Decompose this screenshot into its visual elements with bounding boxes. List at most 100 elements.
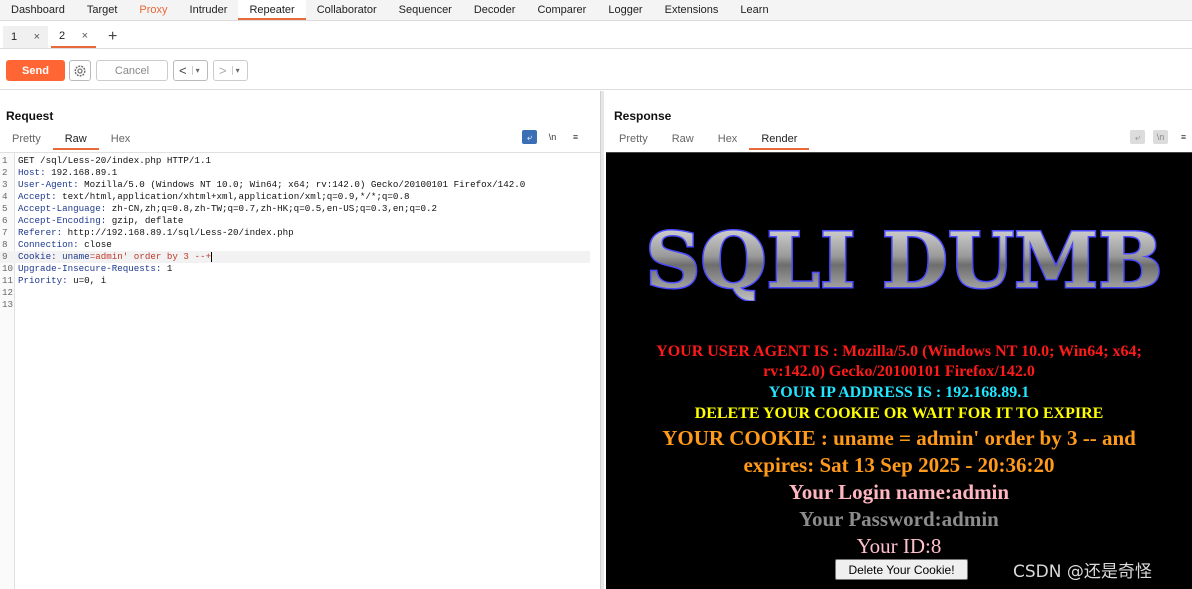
tab-hex[interactable]: Hex	[706, 131, 750, 150]
user-agent-line-2: rv:142.0) Gecko/20100101 Firefox/142.0	[763, 363, 1035, 380]
header-key: Connection	[18, 239, 74, 250]
nav-tab-learn[interactable]: Learn	[729, 0, 779, 20]
code-line: 8 Connection: close	[2, 239, 112, 250]
nav-tab-dashboard[interactable]: Dashboard	[0, 0, 76, 20]
response-view-tabs: Pretty Raw Hex Render	[607, 131, 810, 150]
header-key: Host	[18, 167, 41, 178]
tab-pretty[interactable]: Pretty	[607, 131, 660, 150]
nav-tab-collaborator[interactable]: Collaborator	[306, 0, 388, 20]
user-agent-line-1: YOUR USER AGENT IS : Mozilla/5.0 (Window…	[656, 343, 1142, 360]
nav-tab-repeater[interactable]: Repeater	[238, 0, 306, 20]
header-value: zh-CN,zh;q=0.8,zh-TW;q=0.7,zh-HK;q=0.5,e…	[111, 203, 438, 214]
forward-button[interactable]: > ▾	[213, 60, 248, 81]
chevron-down-icon[interactable]: ▾	[191, 66, 200, 75]
tab-raw[interactable]: Raw	[660, 131, 706, 150]
toolbar: Send Cancel < ▾ > ▾	[0, 50, 1192, 90]
word-wrap-icon[interactable]: ⤶	[1130, 130, 1145, 144]
header-value: 192.168.89.1	[51, 167, 118, 178]
code-line: 13	[2, 299, 14, 310]
text-caret	[211, 251, 212, 262]
send-button[interactable]: Send	[6, 60, 65, 81]
code-line: 7 Referer: http://192.168.89.1/sql/Less-…	[2, 227, 294, 238]
gear-icon	[74, 64, 86, 77]
ip-address-line: YOUR IP ADDRESS IS : 192.168.89.1	[768, 384, 1030, 401]
code-line: 2 Host: 192.168.89.1	[2, 167, 118, 178]
header-key: Accept-Language	[18, 203, 101, 214]
request-title: Request	[6, 109, 54, 123]
newline-toggle-icon[interactable]: \n	[1153, 130, 1168, 144]
delete-cookie-notice: DELETE YOUR COOKIE OR WAIT FOR IT TO EXP…	[694, 405, 1104, 422]
tab-raw[interactable]: Raw	[52, 131, 99, 150]
header-value: u=0, i	[73, 275, 107, 286]
chevron-down-icon[interactable]: ▾	[231, 66, 240, 75]
code-line: 6 Accept-Encoding: gzip, deflate	[2, 215, 184, 226]
rendered-response: SQLI DUMB YOUR USER AGENT IS : Mozilla/5…	[606, 152, 1192, 589]
header-key: Upgrade-Insecure-Requests	[18, 263, 156, 274]
header-value: close	[84, 239, 112, 250]
repeater-tab-label: 1	[11, 31, 18, 43]
header-value: http://192.168.89.1/sql/Less-20/index.ph…	[67, 227, 294, 238]
password-line: Your Password:admin	[799, 507, 999, 531]
cancel-button[interactable]: Cancel	[96, 60, 168, 81]
word-wrap-icon[interactable]: ⤶	[522, 130, 537, 144]
back-button[interactable]: < ▾	[173, 60, 208, 81]
repeater-tab-1[interactable]: 1 ×	[3, 26, 48, 48]
close-icon[interactable]: ×	[82, 30, 88, 42]
tab-render[interactable]: Render	[749, 131, 810, 150]
header-value: text/html,application/xhtml+xml,applicat…	[62, 191, 410, 202]
response-panel: Response Pretty Raw Hex Render ⤶ \n ≡ SQ…	[604, 91, 1192, 589]
top-nav: Dashboard Target Proxy Intruder Repeater…	[0, 0, 1192, 21]
add-tab-icon[interactable]: +	[108, 26, 117, 48]
repeater-tab-2[interactable]: 2 ×	[51, 26, 96, 48]
code-line-current: 9 Cookie: uname=admin' order by 3 --+	[0, 251, 590, 263]
login-name-line: Your Login name:admin	[788, 480, 1010, 504]
header-value: 1	[166, 263, 173, 274]
nav-tab-extensions[interactable]: Extensions	[654, 0, 730, 20]
response-tools: ⤶ \n ≡	[1130, 130, 1191, 144]
nav-tab-logger[interactable]: Logger	[597, 0, 653, 20]
settings-button[interactable]	[69, 60, 91, 81]
close-icon[interactable]: ×	[34, 31, 40, 43]
request-tools: ⤶ \n ≡	[522, 130, 583, 144]
tab-hex[interactable]: Hex	[99, 131, 143, 150]
delete-cookie-button[interactable]: Delete Your Cookie!	[835, 559, 968, 580]
header-key: Accept	[18, 191, 52, 202]
repeater-tabs: 1 × 2 × +	[0, 22, 1192, 49]
menu-icon[interactable]: ≡	[1176, 130, 1191, 144]
watermark: CSDN @还是奇怪	[1013, 562, 1152, 582]
chevron-right-icon: >	[219, 63, 227, 78]
nav-tab-proxy[interactable]: Proxy	[128, 0, 178, 20]
header-key: Priority	[18, 275, 63, 286]
header-value: gzip, deflate	[111, 215, 184, 226]
code-line: 4 Accept: text/html,application/xhtml+xm…	[2, 191, 410, 202]
code-line: 12	[2, 287, 14, 298]
request-panel: Request Pretty Raw Hex ⤶ \n ≡ 1 GET /sql…	[0, 91, 600, 589]
repeater-tab-label: 2	[59, 30, 66, 42]
header-key: User-Agent	[18, 179, 74, 190]
nav-tab-intruder[interactable]: Intruder	[179, 0, 239, 20]
header-value: Mozilla/5.0 (Windows NT 10.0; Win64; x64…	[84, 179, 526, 190]
header-key: Cookie	[18, 251, 52, 262]
tab-pretty[interactable]: Pretty	[0, 131, 53, 150]
code-line: 10 Upgrade-Insecure-Requests: 1	[2, 263, 173, 274]
svg-text:SQLI DUMB: SQLI DUMB	[645, 216, 1162, 301]
cookie-value: =admin' order by 3 --+	[89, 251, 211, 262]
header-key: Referer	[18, 227, 57, 238]
request-editor[interactable]: 1 GET /sql/Less-20/index.php HTTP/1.1 2 …	[0, 152, 600, 589]
cookie-line-1: YOUR COOKIE : uname = admin' order by 3 …	[662, 426, 1136, 450]
cookie-line-2: expires: Sat 13 Sep 2025 - 20:36:20	[743, 453, 1055, 477]
code-line: 3 User-Agent: Mozilla/5.0 (Windows NT 10…	[2, 179, 526, 190]
sqli-dumb-logo: SQLI DUMB	[644, 215, 1164, 301]
request-view-tabs: Pretty Raw Hex	[0, 131, 142, 150]
nav-tab-sequencer[interactable]: Sequencer	[388, 0, 463, 20]
nav-tab-target[interactable]: Target	[76, 0, 129, 20]
response-title: Response	[614, 109, 672, 123]
code-line: 1 GET /sql/Less-20/index.php HTTP/1.1	[2, 155, 211, 166]
header-key: Accept-Encoding	[18, 215, 101, 226]
nav-tab-decoder[interactable]: Decoder	[463, 0, 527, 20]
code-line: 11 Priority: u=0, i	[2, 275, 107, 286]
cookie-name: uname	[62, 251, 90, 262]
newline-toggle-icon[interactable]: \n	[545, 130, 560, 144]
menu-icon[interactable]: ≡	[568, 130, 583, 144]
nav-tab-comparer[interactable]: Comparer	[526, 0, 597, 20]
